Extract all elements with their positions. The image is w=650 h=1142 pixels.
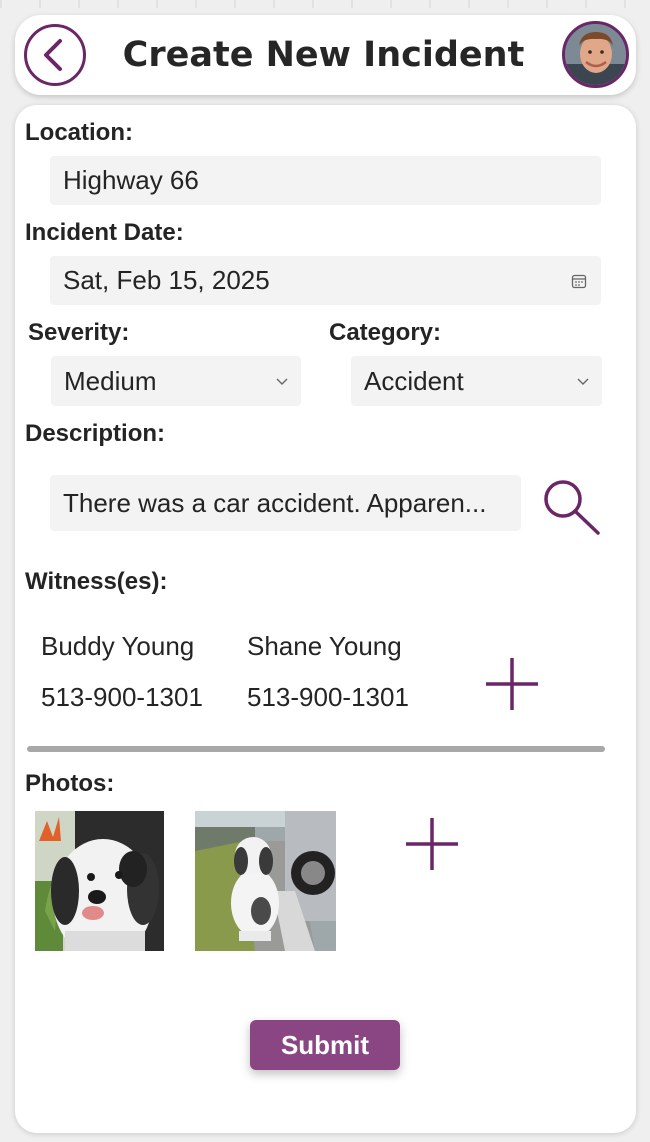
photos-label: Photos:: [25, 770, 115, 797]
witness-phone: 513-900-1301: [247, 682, 409, 712]
category-value: Accident: [364, 365, 464, 396]
add-photo-button[interactable]: [405, 817, 459, 871]
witness-phone: 513-900-1301: [41, 682, 203, 712]
incident-date-label: Incident Date:: [25, 219, 184, 246]
location-input[interactable]: Highway 66: [50, 156, 601, 205]
dog-photo-image: [195, 811, 336, 951]
calendar-icon[interactable]: [571, 273, 587, 289]
page-title: Create New Incident: [122, 35, 525, 75]
photo-thumbnail[interactable]: [35, 811, 164, 951]
incident-date-value: Sat, Feb 15, 2025: [63, 265, 270, 295]
severity-value: Medium: [64, 365, 157, 396]
witness-name: Shane Young: [247, 631, 402, 661]
photo-thumbnail[interactable]: [195, 811, 336, 951]
search-icon[interactable]: [541, 477, 601, 537]
description-value: There was a car accident. Apparen...: [63, 487, 487, 518]
chevron-down-icon: [276, 378, 288, 385]
location-label: Location:: [25, 119, 133, 146]
severity-label: Severity:: [28, 319, 130, 346]
witnesses-label: Witness(es):: [25, 568, 168, 595]
category-label: Category:: [329, 319, 442, 346]
app-header: Create New Incident: [15, 15, 636, 95]
submit-button[interactable]: Submit: [250, 1020, 400, 1070]
category-dropdown[interactable]: Accident: [351, 356, 602, 406]
chevron-down-icon: [577, 378, 589, 385]
background-ticks: [0, 0, 650, 8]
add-witness-button[interactable]: [485, 657, 539, 711]
description-input[interactable]: There was a car accident. Apparen...: [50, 475, 521, 531]
witness-name: Buddy Young: [41, 631, 195, 661]
user-avatar-icon: [565, 24, 626, 85]
description-label: Description:: [25, 420, 166, 447]
section-divider: [27, 746, 605, 752]
dog-photo-image: [35, 811, 164, 951]
severity-dropdown[interactable]: Medium: [51, 356, 301, 406]
incident-date-picker[interactable]: Sat, Feb 15, 2025: [50, 256, 601, 305]
avatar[interactable]: [562, 21, 629, 88]
incident-form: Location: Highway 66 Incident Date: Sat,…: [15, 105, 636, 1133]
location-value: Highway 66: [63, 165, 199, 195]
